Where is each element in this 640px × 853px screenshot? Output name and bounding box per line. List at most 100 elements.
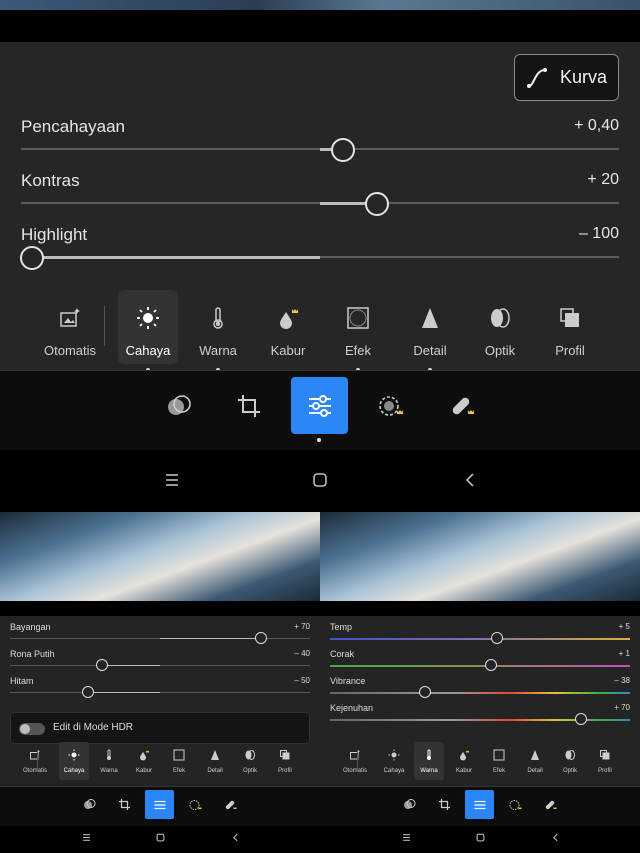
- tab-cahaya[interactable]: Cahaya: [59, 742, 89, 780]
- mini-slider-whites: Rona Putih – 40: [10, 649, 310, 675]
- tab-kabur[interactable]: Kabur: [129, 742, 159, 780]
- mini-edit-toolbar: [320, 786, 640, 826]
- system-navbar: [0, 450, 640, 512]
- crop-icon: [439, 799, 450, 810]
- tab-otomatis[interactable]: Otomatis: [20, 742, 50, 780]
- slider-knob[interactable]: [419, 686, 431, 698]
- slider-label: Pencahayaan: [21, 117, 125, 136]
- mini-screen-color: Temp + 5 Corak + 1 Vibrance – 38 Kejenuh…: [320, 512, 640, 853]
- mini-slider-saturation: Kejenuhan + 70: [330, 703, 630, 729]
- slider-exposure: Pencahayaan + 0,40: [21, 117, 619, 162]
- tab-profil[interactable]: Profil: [590, 742, 620, 780]
- tab-otomatis[interactable]: Otomatis: [340, 742, 370, 780]
- tab-efek[interactable]: Efek: [484, 742, 514, 780]
- slider-knob[interactable]: [365, 192, 389, 216]
- tab-otomatis[interactable]: Otomatis: [40, 290, 100, 364]
- presets-tool[interactable]: [75, 790, 104, 819]
- tab-optik[interactable]: Optik: [470, 290, 530, 364]
- tab-warna[interactable]: Warna: [188, 290, 248, 372]
- edit-sliders-icon: [154, 800, 165, 809]
- drop-premium-icon: [140, 750, 149, 761]
- mini-slider-temp: Temp + 5: [330, 622, 630, 648]
- hdr-toggle[interactable]: [19, 723, 45, 735]
- back-icon[interactable]: [462, 472, 478, 488]
- slider-knob[interactable]: [331, 138, 355, 162]
- tab-detail[interactable]: Detail: [200, 742, 230, 780]
- slider-label: Kontras: [21, 171, 80, 190]
- crop-tool[interactable]: [220, 377, 277, 434]
- slider-knob[interactable]: [485, 659, 497, 671]
- edit-tool[interactable]: [465, 790, 494, 819]
- slider-knob[interactable]: [96, 659, 108, 671]
- drop-premium-icon: [460, 750, 469, 761]
- tab-kabur[interactable]: Kabur: [449, 742, 479, 780]
- edit-tool[interactable]: [145, 790, 174, 819]
- back-icon[interactable]: [231, 833, 240, 842]
- home-icon[interactable]: [312, 472, 328, 488]
- slider-knob[interactable]: [575, 713, 587, 725]
- photo-letterbox: [0, 10, 640, 42]
- slider-knob[interactable]: [20, 246, 44, 270]
- tab-efek[interactable]: Efek: [328, 290, 388, 372]
- hdr-edit-row[interactable]: Edit di Mode HDR: [10, 712, 310, 744]
- auto-magic-icon: [60, 308, 80, 327]
- tab-detail[interactable]: Detail: [520, 742, 550, 780]
- crop-icon: [237, 394, 260, 417]
- crop-tool[interactable]: [110, 790, 139, 819]
- presets-icon: [404, 799, 416, 809]
- edit-tool[interactable]: [291, 377, 348, 434]
- tab-warna[interactable]: Warna: [94, 742, 124, 780]
- tab-cahaya[interactable]: Cahaya: [379, 742, 409, 780]
- heal-tool[interactable]: [536, 790, 565, 819]
- drop-premium-icon: [280, 309, 298, 329]
- curve-button-label: Kurva: [559, 67, 608, 87]
- presets-tool[interactable]: [150, 377, 207, 434]
- heal-tool[interactable]: [216, 790, 245, 819]
- auto-magic-icon: [30, 750, 40, 760]
- tab-optik[interactable]: Optik: [555, 742, 585, 780]
- heal-tool[interactable]: [433, 377, 490, 434]
- tab-profil[interactable]: Profil: [540, 290, 600, 364]
- heal-premium-icon: [452, 397, 474, 414]
- masking-tool[interactable]: [362, 377, 419, 434]
- back-icon[interactable]: [551, 833, 560, 842]
- tab-divider: [104, 306, 105, 346]
- slider-track[interactable]: [21, 147, 619, 151]
- adjust-tabs: Otomatis Cahaya Warna Kabur Efek Detail …: [34, 290, 614, 372]
- tab-warna[interactable]: Warna: [414, 742, 444, 780]
- home-icon[interactable]: [476, 833, 485, 842]
- photo-preview-strip: [0, 0, 640, 10]
- recent-apps-icon[interactable]: [164, 472, 180, 488]
- presets-icon: [167, 394, 191, 415]
- edit-sliders-icon: [474, 800, 485, 809]
- presets-tool[interactable]: [395, 790, 424, 819]
- slider-track[interactable]: [21, 255, 619, 259]
- slider-highlight: Highlight – 100: [20, 225, 619, 270]
- recent-apps-icon[interactable]: [402, 833, 411, 842]
- slider-track[interactable]: [21, 201, 619, 205]
- presets-icon: [84, 799, 96, 809]
- edit-sliders-icon: [308, 394, 331, 417]
- lens-icon: [245, 750, 255, 760]
- masking-tool[interactable]: [501, 790, 530, 819]
- tab-cahaya[interactable]: Cahaya: [118, 290, 178, 372]
- tab-kabur[interactable]: Kabur: [258, 290, 318, 364]
- slider-knob[interactable]: [491, 632, 503, 644]
- tab-detail[interactable]: Detail: [400, 290, 460, 372]
- recent-apps-icon[interactable]: [82, 833, 91, 842]
- curve-button[interactable]: Kurva: [514, 54, 619, 101]
- sun-icon: [388, 749, 400, 761]
- slider-knob[interactable]: [255, 632, 267, 644]
- slider-value: + 20: [587, 171, 619, 188]
- triangle-icon: [422, 308, 438, 328]
- tab-profil[interactable]: Profil: [270, 742, 300, 780]
- masking-tool[interactable]: [181, 790, 210, 819]
- masking-premium-icon: [378, 395, 403, 416]
- profile-stack-icon: [280, 750, 290, 760]
- mini-adjust-tabs: Otomatis Cahaya Warna Kabur Efek Detail …: [0, 742, 320, 782]
- home-icon[interactable]: [156, 833, 165, 842]
- tab-optik[interactable]: Optik: [235, 742, 265, 780]
- slider-knob[interactable]: [82, 686, 94, 698]
- tab-efek[interactable]: Efek: [164, 742, 194, 780]
- crop-tool[interactable]: [430, 790, 459, 819]
